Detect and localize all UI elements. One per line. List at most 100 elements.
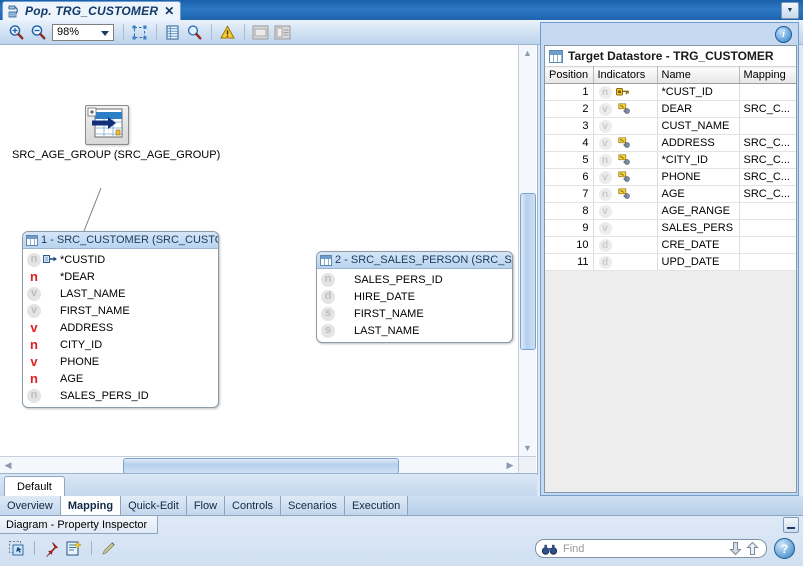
table-row[interactable]: 8 v AGE_RANGE (545, 202, 796, 220)
cell-mapping (739, 253, 796, 271)
fit-to-window-icon[interactable] (129, 22, 149, 42)
target-columns-body: 1 n *CUST_ID 2 v DEAR SRC_C... 3 v CUST_NAME 4 v ADD… (545, 83, 796, 492)
target-columns-table[interactable]: Position Indicators Name Mapping 1 n *CUST… (545, 66, 796, 492)
datastore-header[interactable]: 2 - SRC_SALES_PERSON (SRC_SAL (317, 252, 512, 269)
cell-indicators: v (593, 117, 658, 135)
tab-scenarios[interactable]: Scenarios (281, 496, 345, 515)
datastore-column-row[interactable]: v FIRST_NAME (23, 302, 218, 319)
column-indicator-d: d (598, 255, 612, 269)
datastore-column-row[interactable]: d HIRE_DATE (317, 288, 512, 305)
minimize-icon[interactable] (783, 517, 799, 533)
vertical-scrollbar-thumb[interactable] (520, 193, 536, 350)
pencil-edit-icon[interactable] (98, 538, 118, 558)
indicator-spacer (43, 373, 58, 384)
tab-quick-edit[interactable]: Quick-Edit (121, 496, 187, 515)
cell-indicators: n (593, 185, 658, 203)
table-row[interactable]: 10 d CRE_DATE (545, 236, 796, 254)
column-name: CITY_ID (60, 338, 103, 351)
chevron-down-icon[interactable]: ▼ (781, 2, 799, 19)
selection-icon[interactable] (6, 538, 26, 558)
toggle-panel-icon[interactable] (250, 22, 270, 42)
datastore-column-row[interactable]: n AGE (23, 370, 218, 387)
datastore-header[interactable]: 1 - SRC_CUSTOMER (SRC_CUSTOMI (23, 232, 218, 249)
column-header-position[interactable]: Position (545, 66, 594, 84)
indicator-spacer (337, 291, 352, 302)
diagram-horizontal-scrollbar[interactable]: ◀ ▶ (0, 456, 518, 474)
column-indicator-s: s (321, 323, 335, 338)
scroll-up-icon[interactable]: ▲ (519, 45, 536, 61)
editor-tab-pop-trg-customer[interactable]: Pop. TRG_CUSTOMER ✕ (2, 1, 182, 20)
zoom-out-icon[interactable] (28, 22, 48, 42)
application-window: Pop. TRG_CUSTOMER ✕ ▼ 98% SRC_AGE_GROUP … (0, 0, 803, 566)
datastore-column-row[interactable]: n *DEAR (23, 268, 218, 285)
diagram-node-src-age-group[interactable]: SRC_AGE_GROUP (SRC_AGE_GROUP) (12, 105, 220, 161)
tab-mapping[interactable]: Mapping (60, 496, 122, 515)
table-row[interactable]: 3 v CUST_NAME (545, 117, 796, 135)
datastore-column-row[interactable]: s LAST_NAME (317, 322, 512, 339)
table-row[interactable]: 6 v PHONE SRC_C... (545, 168, 796, 186)
property-inspector-tab[interactable]: Diagram - Property Inspector (0, 516, 159, 534)
scroll-right-icon[interactable]: ▶ (502, 457, 518, 474)
tab-execution[interactable]: Execution (344, 496, 409, 515)
cell-mapping: SRC_C... (739, 134, 796, 152)
tab-overview[interactable]: Overview (0, 496, 61, 515)
tab-controls[interactable]: Controls (225, 496, 282, 515)
table-row[interactable]: 4 v ADDRESS SRC_C... (545, 134, 796, 152)
table-row[interactable]: 2 v DEAR SRC_C... (545, 100, 796, 118)
search-icon[interactable] (184, 22, 204, 42)
diagram-datastore-src-sales-person[interactable]: 2 - SRC_SALES_PERSON (SRC_SAL n SALES_PER… (316, 251, 513, 343)
cell-position: 7 (545, 185, 594, 203)
cell-position: 1 (545, 83, 594, 101)
table-row[interactable]: 11 d UPD_DATE (545, 253, 796, 271)
column-header-name[interactable]: Name (657, 66, 740, 84)
scroll-left-icon[interactable]: ◀ (0, 457, 16, 474)
diagram-vertical-scrollbar[interactable]: ▲ ▼ (518, 45, 536, 456)
chevron-down-icon[interactable] (101, 30, 109, 36)
datastore-column-row[interactable]: v LAST_NAME (23, 285, 218, 302)
datastore-column-row[interactable]: v ADDRESS (23, 319, 218, 336)
diagram-tab-default[interactable]: Default (4, 476, 65, 497)
column-header-mapping[interactable]: Mapping (739, 66, 796, 84)
datastore-column-row[interactable]: n *CUSTID (23, 251, 218, 268)
mapped-icon (617, 137, 631, 149)
mapping-diagram-canvas[interactable]: SRC_AGE_GROUP (SRC_AGE_GROUP) 1 - SRC_CU… (0, 45, 538, 475)
column-indicator-v: v (598, 204, 612, 218)
column-header-indicators[interactable]: Indicators (593, 66, 658, 84)
column-indicator-v: v (30, 354, 38, 369)
datastore-column-row[interactable]: v PHONE (23, 353, 218, 370)
show-grid-icon[interactable] (162, 22, 182, 42)
scroll-down-icon[interactable]: ▼ (519, 440, 536, 456)
zoom-in-icon[interactable] (6, 22, 26, 42)
diagram-surface[interactable]: SRC_AGE_GROUP (SRC_AGE_GROUP) 1 - SRC_CU… (0, 45, 518, 456)
find-next-icon[interactable] (728, 541, 743, 556)
cell-name: PHONE (657, 168, 740, 186)
toggle-properties-icon[interactable] (272, 22, 292, 42)
diagram-datastore-src-customer[interactable]: 1 - SRC_CUSTOMER (SRC_CUSTOMI n *CUSTID n *… (22, 231, 219, 408)
zoom-level-combobox[interactable]: 98% (52, 23, 114, 41)
target-panel-titlebar: i (541, 23, 798, 45)
toolbar-separator (34, 541, 35, 555)
find-input[interactable]: Find (535, 539, 767, 558)
new-properties-icon[interactable] (63, 538, 83, 558)
info-icon[interactable]: i (775, 25, 792, 43)
find-previous-icon[interactable] (745, 541, 760, 556)
datastore-column-row[interactable]: n SALES_PERS_ID (23, 387, 218, 404)
horizontal-scrollbar-thumb[interactable] (123, 458, 399, 474)
datastore-column-row[interactable]: n SALES_PERS_ID (317, 271, 512, 288)
table-row[interactable]: 7 n AGE SRC_C... (545, 185, 796, 203)
warning-icon[interactable] (217, 22, 237, 42)
close-icon[interactable]: ✕ (164, 4, 174, 18)
tab-flow[interactable]: Flow (186, 496, 226, 515)
table-row[interactable]: 9 v SALES_PERS (545, 219, 796, 237)
primary-key-icon (615, 87, 629, 97)
pin-icon[interactable] (41, 538, 61, 558)
table-row[interactable]: 1 n *CUST_ID (545, 83, 796, 101)
help-icon[interactable]: ? (774, 538, 795, 559)
datastore-column-row[interactable]: n CITY_ID (23, 336, 218, 353)
target-datastore-panel: i Target Datastore - TRG_CUSTOMER Positi… (540, 22, 799, 496)
primary-key-icon (43, 254, 58, 265)
column-name: FIRST_NAME (60, 304, 130, 317)
table-row[interactable]: 5 n *CITY_ID SRC_C... (545, 151, 796, 169)
datastore-column-row[interactable]: s FIRST_NAME (317, 305, 512, 322)
indicator-spacer (43, 322, 58, 333)
